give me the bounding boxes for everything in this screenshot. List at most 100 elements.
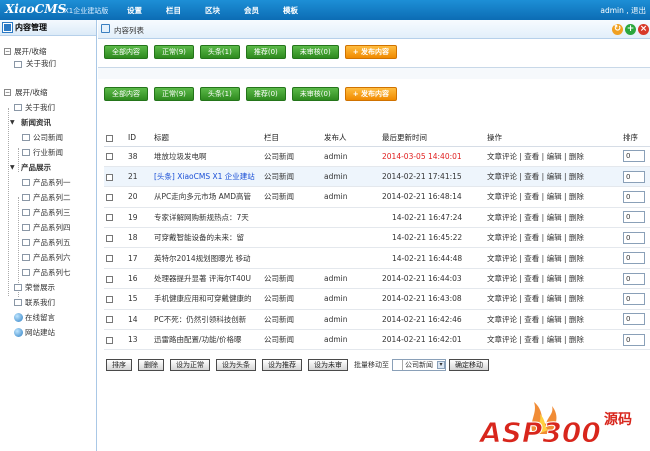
set-headline-button[interactable]: 设为头条 bbox=[216, 359, 256, 371]
set-unreviewed-button[interactable]: 设为未审 bbox=[308, 359, 348, 371]
sidebar-item[interactable]: 产品系列三 bbox=[0, 205, 96, 220]
sidebar-item[interactable]: − 展开/收缩 bbox=[0, 85, 96, 100]
row-op-3[interactable]: 删除 bbox=[569, 335, 584, 344]
order-input[interactable]: 0 bbox=[623, 333, 645, 346]
refresh-icon[interactable]: ↻ bbox=[612, 24, 623, 35]
filter-recommend-ghost[interactable]: 推荐(0) bbox=[245, 45, 286, 59]
add-icon[interactable]: + bbox=[625, 24, 636, 35]
close-icon[interactable]: × bbox=[638, 24, 649, 35]
row-op-1[interactable]: 查看 bbox=[524, 172, 539, 181]
row-op-2[interactable]: 编辑 bbox=[547, 233, 562, 242]
table-row[interactable]: 19 专家详解网购新规热点：7天 14-02-21 16:47:24 文章评论 … bbox=[104, 207, 650, 229]
row-title[interactable]: 堆放垃圾发电啊 bbox=[152, 146, 262, 167]
publish-button-ghost[interactable]: + 发布内容 bbox=[344, 45, 397, 59]
order-input[interactable]: 0 bbox=[623, 313, 645, 326]
filter-recommend[interactable]: 推荐(0) bbox=[245, 87, 286, 101]
row-title[interactable]: 可穿戴智能设备的未来：留 bbox=[152, 227, 262, 249]
filter-normal-ghost[interactable]: 正常(9) bbox=[154, 45, 194, 59]
sidebar-item[interactable]: ▼ 产品展示 bbox=[0, 160, 96, 175]
row-checkbox[interactable] bbox=[106, 316, 113, 324]
order-input[interactable]: 0 bbox=[623, 150, 645, 163]
sidebar-item[interactable]: ▼ 新闻资讯 bbox=[0, 115, 96, 130]
row-op-2[interactable]: 编辑 bbox=[547, 274, 562, 283]
sidebar-item[interactable]: 荣誉展示 bbox=[0, 280, 96, 295]
row-op-2[interactable]: 编辑 bbox=[547, 315, 562, 324]
row-checkbox[interactable] bbox=[106, 153, 113, 161]
sidebar-item[interactable]: 产品系列二 bbox=[0, 190, 96, 205]
row-op-2[interactable]: 编辑 bbox=[547, 152, 562, 161]
row-checkbox[interactable] bbox=[106, 193, 113, 201]
row-title[interactable]: 迅雷路由配置/功能/价格曝 bbox=[152, 329, 262, 351]
publish-button[interactable]: + 发布内容 bbox=[344, 87, 397, 101]
sidebar-item[interactable]: 产品系列六 bbox=[0, 250, 96, 265]
table-row[interactable]: 20 从PC走向多元市场 AMD高管 公司新闻 admin 2014-02-21… bbox=[104, 186, 650, 208]
filter-headline-ghost[interactable]: 头条(1) bbox=[199, 45, 240, 59]
order-input[interactable]: 0 bbox=[623, 190, 645, 203]
confirm-move-button[interactable]: 确定移动 bbox=[449, 359, 489, 371]
order-input[interactable]: 0 bbox=[623, 231, 645, 244]
home-icon[interactable] bbox=[101, 24, 110, 33]
sidebar-item[interactable]: 产品系列四 bbox=[0, 220, 96, 235]
row-op-3[interactable]: 删除 bbox=[569, 213, 584, 222]
row-checkbox[interactable] bbox=[106, 295, 113, 303]
row-op-0[interactable]: 文章评论 bbox=[487, 274, 517, 283]
user-logout[interactable]: admin , 退出 bbox=[600, 5, 646, 16]
sidebar-about-top[interactable]: 关于我们 bbox=[0, 59, 96, 69]
row-title[interactable]: 英特尔2014规划图曝光 移动 bbox=[152, 247, 262, 269]
nav-templates[interactable]: 模板 bbox=[283, 5, 298, 16]
set-recommend-button[interactable]: 设为推荐 bbox=[262, 359, 302, 371]
sidebar-item[interactable]: 公司新闻 bbox=[0, 130, 96, 145]
row-op-1[interactable]: 查看 bbox=[524, 254, 539, 263]
row-title[interactable]: PC不死：仍然引领科技创新 bbox=[152, 309, 262, 331]
sidebar-item[interactable]: 产品系列一 bbox=[0, 175, 96, 190]
table-row[interactable]: 18 可穿戴智能设备的未来：留 14-02-21 16:45:22 文章评论 |… bbox=[104, 227, 650, 249]
row-checkbox[interactable] bbox=[106, 255, 113, 263]
filter-all-ghost[interactable]: 全部内容 bbox=[104, 45, 148, 59]
filter-normal[interactable]: 正常(9) bbox=[154, 87, 194, 101]
row-op-3[interactable]: 删除 bbox=[569, 233, 584, 242]
sidebar-item[interactable]: 关于我们 bbox=[0, 100, 96, 115]
row-op-3[interactable]: 删除 bbox=[569, 294, 584, 303]
order-input[interactable]: 0 bbox=[623, 170, 645, 183]
row-op-1[interactable]: 查看 bbox=[524, 274, 539, 283]
row-title[interactable]: 从PC走向多元市场 AMD高管 bbox=[152, 186, 262, 208]
row-op-1[interactable]: 查看 bbox=[524, 294, 539, 303]
row-op-2[interactable]: 编辑 bbox=[547, 192, 562, 201]
row-op-0[interactable]: 文章评论 bbox=[487, 335, 517, 344]
order-input[interactable]: 0 bbox=[623, 272, 645, 285]
row-checkbox[interactable] bbox=[106, 234, 113, 242]
category-select[interactable]: 公司新闻 ▾ bbox=[392, 359, 446, 371]
nav-settings[interactable]: 设置 bbox=[127, 5, 142, 16]
sidebar-item[interactable]: 在线留言 bbox=[0, 310, 96, 325]
select-all-checkbox[interactable] bbox=[106, 134, 113, 142]
row-op-3[interactable]: 删除 bbox=[569, 152, 584, 161]
row-op-1[interactable]: 查看 bbox=[524, 335, 539, 344]
sort-button[interactable]: 排序 bbox=[106, 359, 132, 371]
row-checkbox[interactable] bbox=[106, 214, 113, 222]
table-row[interactable]: 16 处理器提升显著 评海尔T40U 公司新闻 admin 2014-02-21… bbox=[104, 268, 650, 290]
table-row[interactable]: 13 迅雷路由配置/功能/价格曝 公司新闻 admin 2014-02-21 1… bbox=[104, 329, 650, 351]
row-title[interactable]: 处理器提升显著 评海尔T40U bbox=[152, 268, 262, 290]
sidebar-expand-top[interactable]: − 展开/收缩 bbox=[0, 44, 96, 59]
order-input[interactable]: 0 bbox=[623, 252, 645, 265]
row-op-3[interactable]: 删除 bbox=[569, 172, 584, 181]
row-checkbox[interactable] bbox=[106, 173, 113, 181]
row-op-3[interactable]: 删除 bbox=[569, 315, 584, 324]
table-row[interactable]: 17 英特尔2014规划图曝光 移动 14-02-21 16:44:48 文章评… bbox=[104, 247, 650, 269]
row-op-3[interactable]: 删除 bbox=[569, 254, 584, 263]
nav-columns[interactable]: 栏目 bbox=[166, 5, 181, 16]
sidebar-item[interactable]: 行业新闻 bbox=[0, 145, 96, 160]
row-title[interactable]: [头条] XiaoCMS X1 企业建站 bbox=[152, 166, 262, 188]
row-op-2[interactable]: 编辑 bbox=[547, 335, 562, 344]
row-title[interactable]: 专家详解网购新规热点：7天 bbox=[152, 207, 262, 229]
sidebar-item[interactable]: 产品系列五 bbox=[0, 235, 96, 250]
table-row[interactable]: 38 堆放垃圾发电啊 公司新闻 admin 2014-03-05 14:40:0… bbox=[104, 146, 650, 167]
row-checkbox[interactable] bbox=[106, 336, 113, 344]
row-op-1[interactable]: 查看 bbox=[524, 192, 539, 201]
order-input[interactable]: 0 bbox=[623, 292, 645, 305]
table-row[interactable]: 21 [头条] XiaoCMS X1 企业建站 公司新闻 admin 2014-… bbox=[104, 166, 650, 188]
table-row[interactable]: 15 手机健康应用和可穿戴健康的 公司新闻 admin 2014-02-21 1… bbox=[104, 288, 650, 310]
row-op-3[interactable]: 删除 bbox=[569, 274, 584, 283]
row-op-0[interactable]: 文章评论 bbox=[487, 213, 517, 222]
row-op-2[interactable]: 编辑 bbox=[547, 294, 562, 303]
